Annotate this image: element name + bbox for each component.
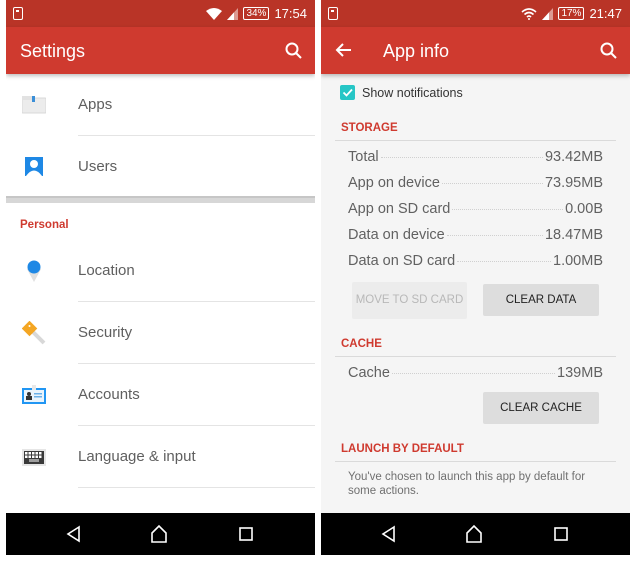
settings-item-label: Security xyxy=(78,324,133,341)
keyboard-icon xyxy=(22,445,46,469)
user-icon xyxy=(22,155,46,179)
storage-label: Data on device xyxy=(348,227,445,243)
storage-value: 73.95MB xyxy=(544,175,603,191)
app-bar: Settings xyxy=(6,27,315,74)
move-to-sd-card-button[interactable]: MOVE TO SD CARD xyxy=(352,282,467,319)
divider xyxy=(78,487,315,488)
section-header-storage: STORAGE xyxy=(341,122,398,134)
storage-value: 18.47MB xyxy=(544,227,603,243)
download-notification-icon xyxy=(13,7,23,20)
home-nav-icon[interactable] xyxy=(149,524,169,544)
section-separator xyxy=(6,196,315,203)
recent-apps-nav-icon[interactable] xyxy=(551,524,571,544)
wifi-icon xyxy=(521,7,537,20)
status-bar: 34% 17:54 xyxy=(6,0,315,27)
settings-item-label: Users xyxy=(78,158,118,175)
settings-item-language-input[interactable]: Language & input xyxy=(6,426,315,488)
storage-label: Total xyxy=(348,149,379,165)
settings-item-apps[interactable]: Apps xyxy=(6,74,315,136)
settings-screen: 34% 17:54 Settings Apps Users Personal L… xyxy=(6,0,315,555)
settings-item-label: Apps xyxy=(78,96,113,113)
storage-row-data-on-device: Data on device 18.47MB xyxy=(348,227,603,247)
clock: 21:47 xyxy=(589,6,622,21)
cache-value: 139MB xyxy=(557,365,603,381)
settings-item-users[interactable]: Users xyxy=(6,136,315,198)
clock: 17:54 xyxy=(274,6,307,21)
app-info-screen: 17% 21:47 App info Show notifications ST… xyxy=(321,0,630,555)
settings-item-location[interactable]: Location xyxy=(6,240,315,302)
location-pin-icon xyxy=(22,259,46,283)
navigation-bar xyxy=(6,513,315,555)
storage-row-app-on-device: App on device 73.95MB xyxy=(348,175,603,195)
apps-folder-icon xyxy=(21,93,47,117)
storage-label: App on SD card xyxy=(348,201,451,217)
settings-item-security[interactable]: Security xyxy=(6,302,315,364)
page-title: App info xyxy=(383,41,450,61)
storage-value: 1.00MB xyxy=(553,253,603,269)
key-icon xyxy=(21,320,46,345)
divider xyxy=(335,140,616,141)
app-info-content: Show notifications STORAGE Total 93.42MB … xyxy=(321,74,630,513)
recent-apps-nav-icon[interactable] xyxy=(236,524,256,544)
signal-icon xyxy=(227,7,239,20)
settings-item-label: Accounts xyxy=(78,386,140,403)
settings-item-label: Location xyxy=(78,262,135,279)
settings-item-accounts[interactable]: Accounts xyxy=(6,364,315,426)
home-nav-icon[interactable] xyxy=(464,524,484,544)
storage-row-data-on-sd-card: Data on SD card 1.00MB xyxy=(348,253,603,273)
storage-row-total: Total 93.42MB xyxy=(348,149,603,169)
show-notifications-row[interactable]: Show notifications xyxy=(340,85,463,100)
launch-by-default-description: You've chosen to launch this app by defa… xyxy=(348,471,586,497)
section-header-personal: Personal xyxy=(20,219,69,231)
divider xyxy=(335,461,616,462)
storage-value: 93.42MB xyxy=(544,149,603,165)
cache-row: Cache 139MB xyxy=(348,365,603,385)
page-title: Settings xyxy=(20,41,86,61)
download-notification-icon xyxy=(328,7,338,20)
back-nav-icon[interactable] xyxy=(64,524,84,544)
navigation-bar xyxy=(321,513,630,555)
section-header-cache: CACHE xyxy=(341,338,382,350)
storage-label: Data on SD card xyxy=(348,253,456,269)
storage-value: 0.00B xyxy=(565,201,603,217)
status-bar: 17% 21:47 xyxy=(321,0,630,27)
clear-data-button[interactable]: CLEAR DATA xyxy=(483,284,599,316)
id-card-icon xyxy=(22,383,46,407)
clear-cache-button[interactable]: CLEAR CACHE xyxy=(483,392,599,424)
battery-indicator: 17% xyxy=(558,7,585,20)
search-icon[interactable] xyxy=(600,42,618,60)
app-bar: App info xyxy=(321,27,630,74)
search-icon[interactable] xyxy=(285,42,303,60)
storage-label: App on device xyxy=(348,175,440,191)
cache-label: Cache xyxy=(348,365,390,381)
section-header-launch-by-default: LAUNCH BY DEFAULT xyxy=(341,443,464,455)
battery-indicator: 34% xyxy=(243,7,270,20)
signal-icon xyxy=(542,7,554,20)
settings-item-label: Language & input xyxy=(78,448,196,465)
storage-row-app-on-sd-card: App on SD card 0.00B xyxy=(348,201,603,221)
wifi-icon xyxy=(206,7,223,20)
back-nav-icon[interactable] xyxy=(379,524,399,544)
divider xyxy=(335,356,616,357)
show-notifications-checkbox[interactable] xyxy=(340,85,355,100)
show-notifications-label: Show notifications xyxy=(362,85,463,100)
back-arrow-icon[interactable] xyxy=(335,41,353,59)
